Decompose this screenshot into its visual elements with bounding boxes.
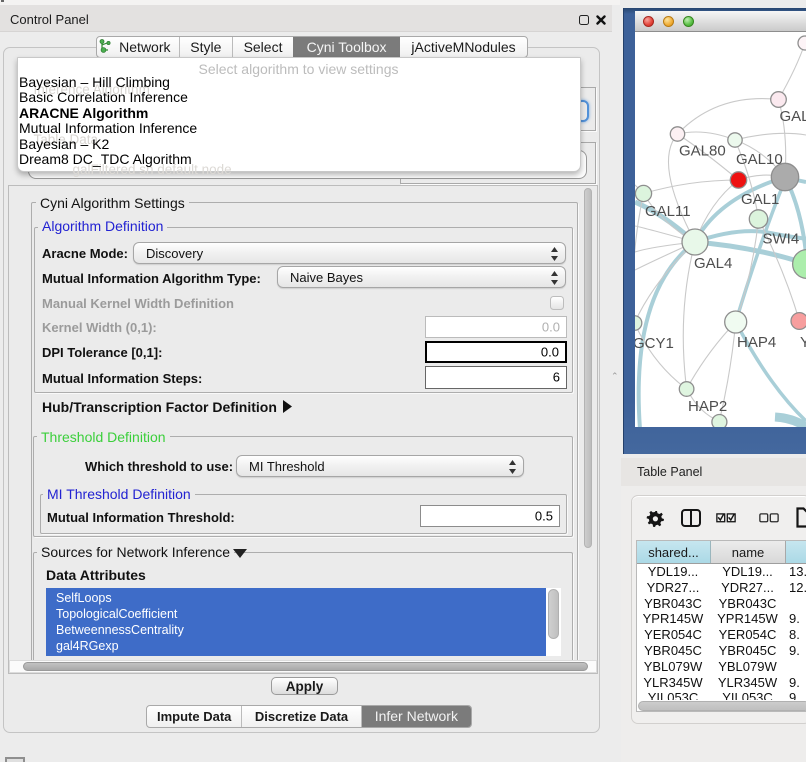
svg-text:GCY1: GCY1 <box>635 335 674 352</box>
svg-text:Y: Y <box>800 334 806 351</box>
svg-text:GAL1: GAL1 <box>741 191 779 208</box>
svg-text:GAL7: GAL7 <box>780 108 806 125</box>
svg-text:GAL11: GAL11 <box>645 203 691 220</box>
svg-text:HAP4: HAP4 <box>737 334 776 351</box>
svg-text:GAL4: GAL4 <box>694 255 732 272</box>
svg-text:GAL10: GAL10 <box>736 151 783 168</box>
svg-text:SWI4: SWI4 <box>763 231 800 248</box>
svg-text:GAL80: GAL80 <box>679 143 726 160</box>
svg-text:HAP2: HAP2 <box>688 398 727 415</box>
